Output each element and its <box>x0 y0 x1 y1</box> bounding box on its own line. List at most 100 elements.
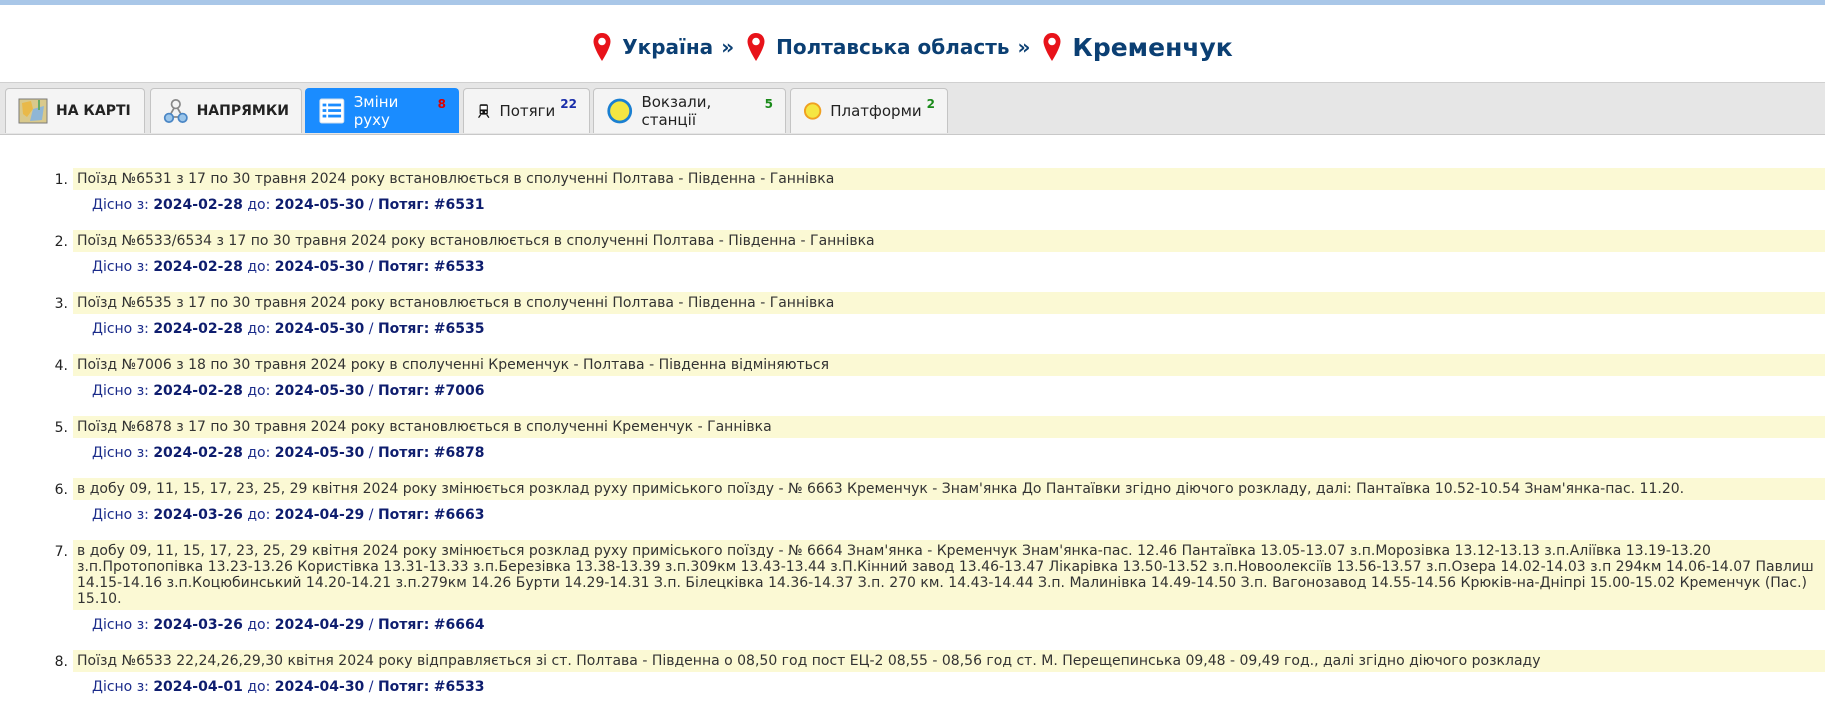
list-item: 6. в добу 09, 11, 15, 17, 23, 25, 29 кві… <box>0 478 1825 524</box>
validity-line: Дісно з: 2024-02-28 до: 2024-05-30 / Пот… <box>92 321 485 337</box>
train-label: Потяг: <box>377 445 430 461</box>
item-number: 4. <box>54 358 68 374</box>
map-pin-icon <box>1043 33 1061 61</box>
validity-line: Дісно з: 2024-03-26 до: 2024-04-29 / Пот… <box>92 617 485 633</box>
tab-count-badge: 8 <box>437 97 446 111</box>
valid-to-date: 2024-04-29 <box>274 507 365 523</box>
tab-count-badge: 22 <box>560 97 577 111</box>
valid-to-date: 2024-05-30 <box>274 259 365 275</box>
map-pin-icon <box>593 33 611 61</box>
item-number: 5. <box>54 420 68 436</box>
list-item: 5. Поїзд №6878 з 17 по 30 травня 2024 ро… <box>0 416 1825 462</box>
valid-to-date: 2024-05-30 <box>274 383 365 399</box>
valid-from-label: Дісно з: <box>92 679 149 695</box>
breadcrumb-link-region[interactable]: Полтавська область <box>776 35 1009 59</box>
valid-from-label: Дісно з: <box>92 321 149 337</box>
valid-to-label: до: <box>247 321 271 337</box>
list-item: 2. Поїзд №6533/6534 з 17 по 30 травня 20… <box>0 230 1825 276</box>
map-icon <box>18 98 48 124</box>
platform-icon <box>803 102 822 120</box>
list-item: 1. Поїзд №6531 з 17 по 30 травня 2024 ро… <box>0 168 1825 214</box>
tab-count-badge: 5 <box>764 97 773 111</box>
station-icon <box>607 98 633 124</box>
train-label: Потяг: <box>377 617 430 633</box>
train-label: Потяг: <box>377 321 430 337</box>
tab-bar: НА КАРТІ НАПРЯМКИ Зміни руху 8 Потяги 22… <box>0 82 1825 135</box>
directions-icon <box>163 99 188 123</box>
change-description: в добу 09, 11, 15, 17, 23, 25, 29 квітня… <box>73 540 1825 610</box>
tab-directions[interactable]: НАПРЯМКИ <box>150 88 302 133</box>
list-item: 7. в добу 09, 11, 15, 17, 23, 25, 29 кві… <box>0 540 1825 634</box>
train-number: #6531 <box>433 197 485 213</box>
tab-label: Вокзали, станції <box>641 93 712 129</box>
item-number: 8. <box>54 654 68 670</box>
list-item: 4. Поїзд №7006 з 18 по 30 травня 2024 ро… <box>0 354 1825 400</box>
tab-schedule-changes[interactable]: Зміни руху 8 <box>305 88 459 133</box>
train-label: Потяг: <box>377 507 430 523</box>
valid-to-date: 2024-05-30 <box>274 321 365 337</box>
tab-stations[interactable]: Вокзали, станції 5 <box>593 88 786 133</box>
train-number: #6533 <box>433 679 485 695</box>
train-icon <box>478 104 490 119</box>
valid-to-label: до: <box>247 679 271 695</box>
train-number: #6663 <box>433 507 485 523</box>
item-number: 1. <box>54 172 68 188</box>
valid-from-date: 2024-02-28 <box>153 197 243 213</box>
train-number: #6878 <box>433 445 485 461</box>
change-description: Поїзд №6878 з 17 по 30 травня 2024 року … <box>73 416 1825 438</box>
valid-to-label: до: <box>247 445 271 461</box>
item-number: 2. <box>54 234 68 250</box>
tab-label: Потяги <box>499 102 556 120</box>
valid-to-label: до: <box>247 259 271 275</box>
change-description: Поїзд №7006 з 18 по 30 травня 2024 року … <box>73 354 1825 376</box>
train-label: Потяг: <box>377 679 430 695</box>
change-description: Поїзд №6535 з 17 по 30 травня 2024 року … <box>73 292 1825 314</box>
valid-from-date: 2024-02-28 <box>153 321 243 337</box>
valid-to-date: 2024-04-29 <box>274 617 365 633</box>
list-icon <box>319 98 345 124</box>
breadcrumb-item-region: Полтавська область <box>746 32 1009 62</box>
breadcrumb-separator: » <box>721 35 735 59</box>
item-number: 7. <box>54 544 68 560</box>
valid-from-date: 2024-03-26 <box>153 617 243 633</box>
valid-from-date: 2024-04-01 <box>153 679 243 695</box>
valid-from-label: Дісно з: <box>92 445 149 461</box>
valid-from-label: Дісно з: <box>92 383 149 399</box>
map-pin-icon <box>747 33 765 61</box>
valid-from-label: Дісно з: <box>92 259 149 275</box>
tab-label: НАПРЯМКИ <box>196 103 289 119</box>
breadcrumb: Україна » Полтавська область » Кременчук <box>0 26 1825 68</box>
validity-line: Дісно з: 2024-03-26 до: 2024-04-29 / Пот… <box>92 507 485 523</box>
tab-trains[interactable]: Потяги 22 <box>463 88 590 133</box>
change-description: Поїзд №6533 22,24,26,29,30 квітня 2024 р… <box>73 650 1825 672</box>
validity-line: Дісно з: 2024-02-28 до: 2024-05-30 / Пот… <box>92 197 485 213</box>
valid-from-label: Дісно з: <box>92 507 149 523</box>
valid-to-date: 2024-05-30 <box>274 445 365 461</box>
top-accent-line <box>0 0 1825 5</box>
validity-line: Дісно з: 2024-02-28 до: 2024-05-30 / Пот… <box>92 445 485 461</box>
item-number: 6. <box>54 482 68 498</box>
breadcrumb-item-country: Україна <box>592 32 713 62</box>
train-label: Потяг: <box>377 197 430 213</box>
breadcrumb-item-city: Кременчук <box>1042 32 1233 62</box>
validity-line: Дісно з: 2024-02-28 до: 2024-05-30 / Пот… <box>92 259 485 275</box>
tab-map[interactable]: НА КАРТІ <box>5 88 145 133</box>
tab-label: Зміни руху <box>353 93 399 129</box>
train-number: #6535 <box>433 321 485 337</box>
valid-to-label: до: <box>247 507 271 523</box>
tab-platforms[interactable]: Платформи 2 <box>790 88 948 133</box>
tab-count-badge: 2 <box>926 97 935 111</box>
schedule-changes-list: 1. Поїзд №6531 з 17 по 30 травня 2024 ро… <box>0 168 1825 712</box>
valid-from-date: 2024-02-28 <box>153 383 243 399</box>
valid-to-date: 2024-04-30 <box>274 679 365 695</box>
valid-to-date: 2024-05-30 <box>274 197 365 213</box>
page-title: Кременчук <box>1072 32 1233 62</box>
validity-line: Дісно з: 2024-04-01 до: 2024-04-30 / Пот… <box>92 679 485 695</box>
breadcrumb-link-country[interactable]: Україна <box>622 35 713 59</box>
breadcrumb-separator: » <box>1017 35 1031 59</box>
change-description: в добу 09, 11, 15, 17, 23, 25, 29 квітня… <box>73 478 1825 500</box>
valid-from-label: Дісно з: <box>92 197 149 213</box>
train-label: Потяг: <box>377 383 430 399</box>
valid-from-date: 2024-02-28 <box>153 259 243 275</box>
list-item: 3. Поїзд №6535 з 17 по 30 травня 2024 ро… <box>0 292 1825 338</box>
